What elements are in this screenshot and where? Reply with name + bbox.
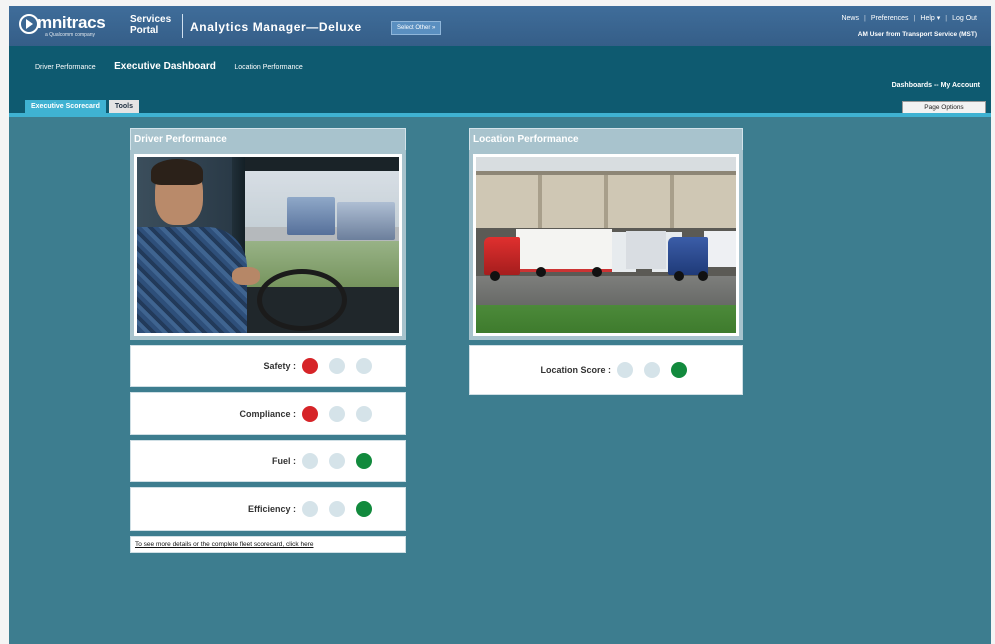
- app-title: Analytics Manager—Deluxe: [190, 20, 362, 34]
- sub-navigation: Driver Performance Executive Dashboard L…: [35, 56, 317, 74]
- dashboards-my-account-links[interactable]: Dashboards -- My Account: [892, 82, 980, 89]
- logo-subtext: a Qualcomm company: [45, 32, 96, 38]
- news-link[interactable]: News: [841, 15, 859, 22]
- driver-performance-header: Driver Performance: [130, 128, 406, 150]
- score-row: Efficiency :: [248, 488, 372, 530]
- tab-tools[interactable]: Tools: [108, 100, 140, 113]
- location-photo-frame: [469, 150, 743, 340]
- score-row: Location Score :: [540, 346, 687, 394]
- subnav-location-performance[interactable]: Location Performance: [234, 64, 302, 71]
- current-user: AM User from Transport Service (MST): [857, 31, 977, 38]
- driver-photo-frame: [130, 150, 406, 340]
- nav-band: Driver Performance Executive Dashboard L…: [9, 46, 991, 114]
- help-link[interactable]: Help ▾: [920, 15, 940, 22]
- efficiency-light-3: [356, 501, 372, 517]
- services-portal-label: Services Portal: [130, 14, 172, 36]
- score-row: Fuel :: [272, 441, 372, 481]
- compliance-light-3: [356, 405, 372, 422]
- safety-light-2: [329, 358, 345, 374]
- location-light-2: [644, 362, 660, 378]
- driver-photo: [134, 154, 402, 336]
- compliance-score-card: Compliance :: [130, 392, 406, 435]
- app-window: mnitracs a Qualcomm company Services Por…: [9, 6, 991, 644]
- fuel-light-1: [302, 453, 318, 469]
- top-header: mnitracs a Qualcomm company Services Por…: [9, 6, 991, 46]
- link-separator: |: [863, 15, 866, 22]
- link-separator: |: [913, 15, 916, 22]
- location-score-label: Location Score :: [540, 365, 611, 375]
- location-light-1: [617, 362, 633, 378]
- location-photo: [473, 154, 739, 336]
- compliance-label: Compliance :: [239, 408, 296, 419]
- location-performance-header: Location Performance: [469, 128, 743, 150]
- efficiency-score-card: Efficiency :: [130, 487, 406, 531]
- fuel-light-2: [329, 453, 345, 469]
- omnitracs-logo[interactable]: mnitracs a Qualcomm company: [19, 13, 124, 39]
- select-other-button[interactable]: Select Other »: [391, 21, 442, 35]
- location-score-card: Location Score :: [469, 345, 743, 395]
- logo-text: mnitracs: [37, 13, 106, 32]
- safety-light-3: [356, 358, 372, 374]
- efficiency-light-1: [302, 501, 318, 517]
- tab-executive-scorecard[interactable]: Executive Scorecard: [25, 100, 106, 113]
- score-row: Compliance :: [239, 393, 372, 434]
- fleet-scorecard-details-link[interactable]: To see more details or the complete flee…: [130, 536, 406, 553]
- header-divider: [182, 14, 183, 38]
- log-out-link[interactable]: Log Out: [952, 15, 977, 22]
- fuel-label: Fuel :: [272, 456, 296, 466]
- safety-light-1: [302, 358, 318, 374]
- compliance-light-2: [329, 405, 345, 422]
- subnav-driver-performance[interactable]: Driver Performance: [35, 64, 96, 71]
- subnav-executive-dashboard[interactable]: Executive Dashboard: [114, 61, 216, 72]
- efficiency-label: Efficiency :: [247, 504, 296, 514]
- link-separator: |: [945, 15, 948, 22]
- fuel-light-3: [356, 453, 372, 469]
- top-links: News | Preferences | Help ▾ | Log Out: [841, 14, 977, 22]
- safety-label: Safety :: [263, 361, 296, 371]
- score-row: Safety :: [263, 346, 372, 386]
- tab-bar: Executive Scorecard Tools: [25, 100, 140, 113]
- fuel-score-card: Fuel :: [130, 440, 406, 482]
- efficiency-light-2: [329, 501, 345, 517]
- preferences-link[interactable]: Preferences: [871, 15, 909, 22]
- tab-underline: [9, 113, 991, 117]
- omnitracs-logo-icon: [19, 14, 39, 34]
- compliance-light-1: [302, 405, 318, 422]
- safety-score-card: Safety :: [130, 345, 406, 387]
- location-light-3: [671, 362, 687, 378]
